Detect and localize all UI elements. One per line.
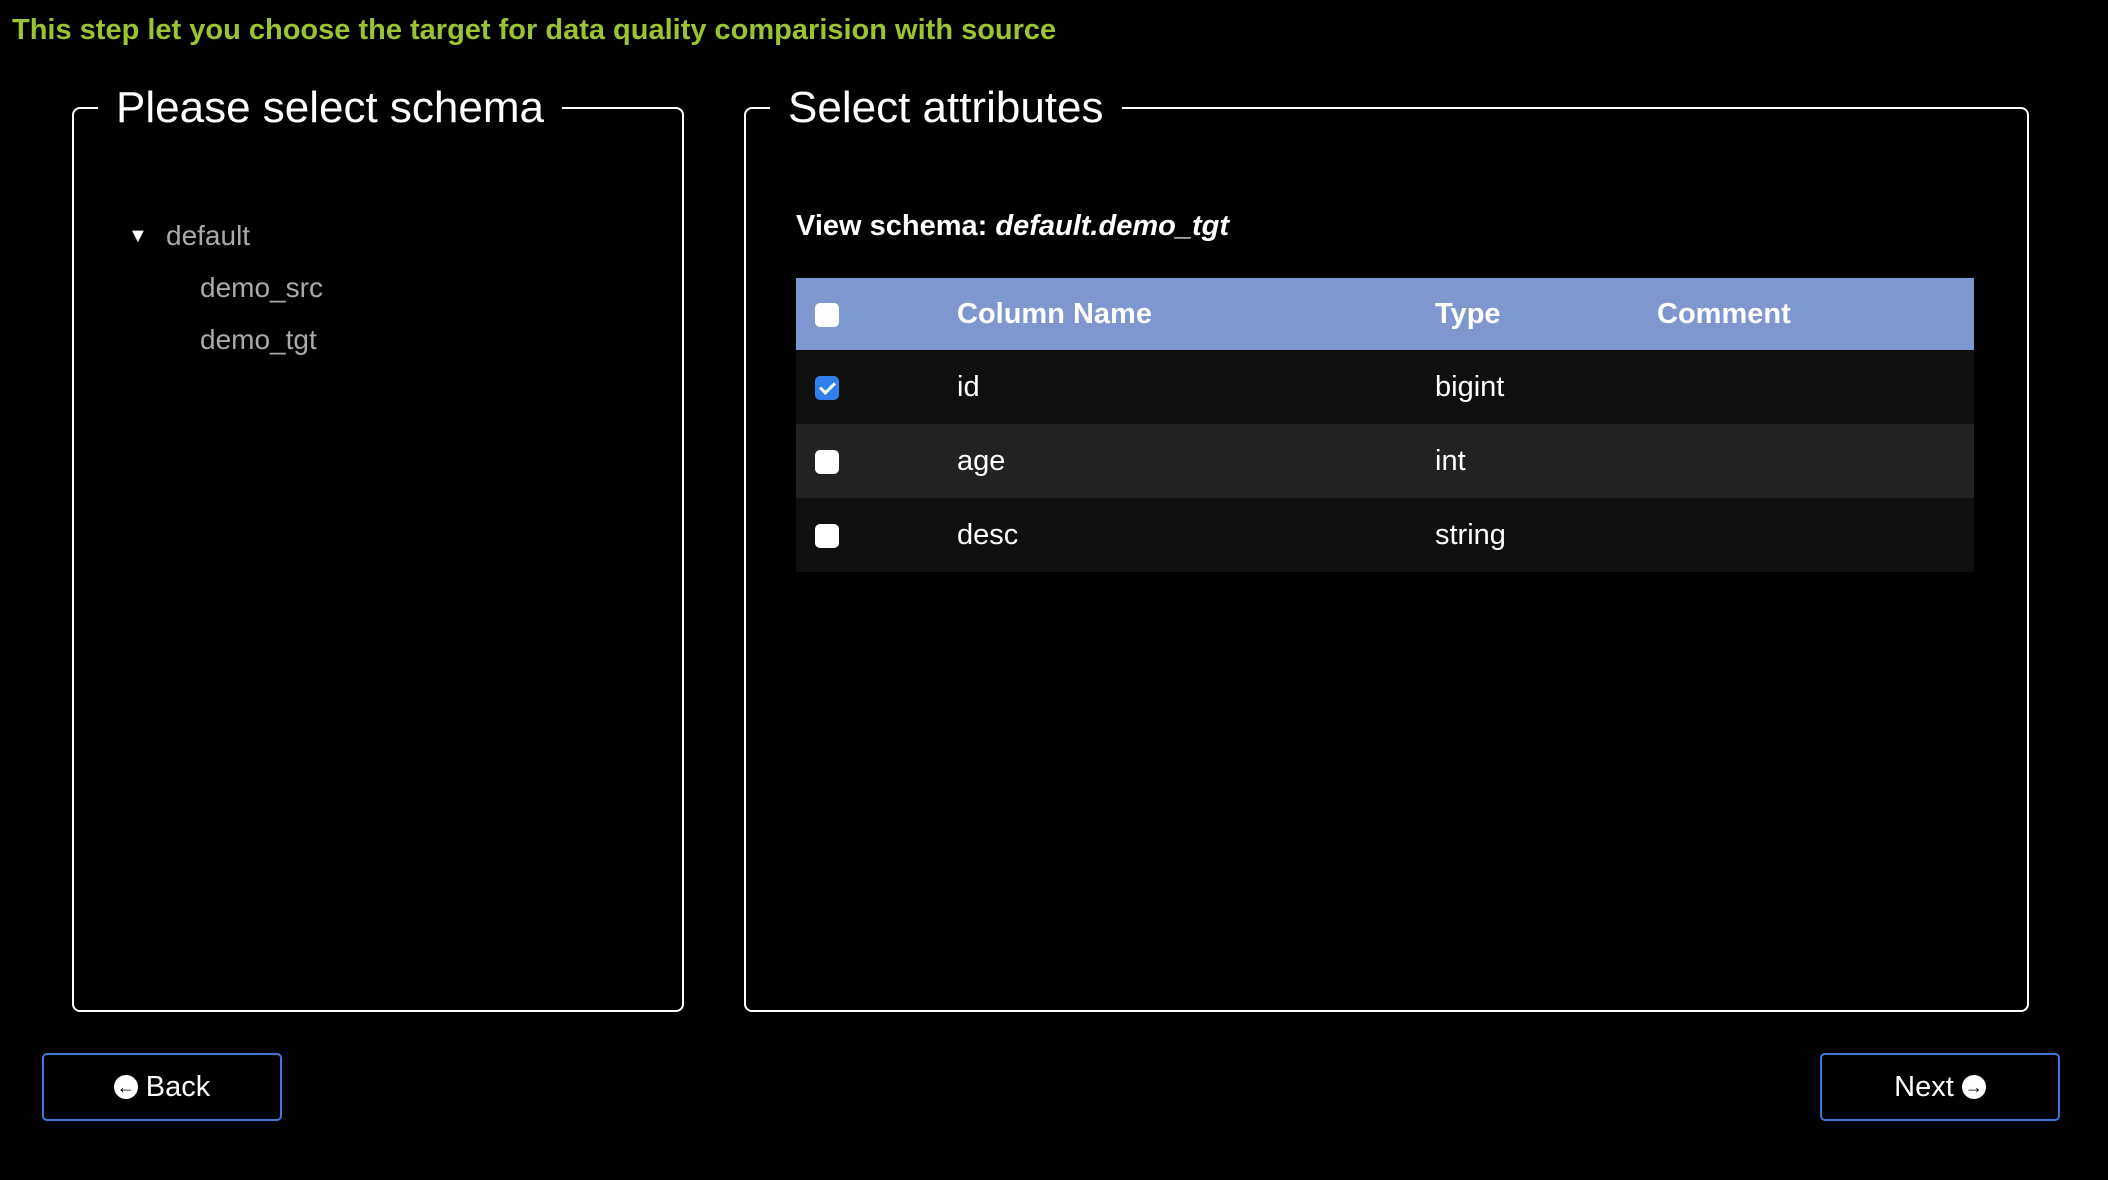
column-header-name[interactable]: Column Name	[957, 278, 1435, 350]
view-schema-label: View schema:	[796, 210, 988, 242]
next-button[interactable]: Next →	[1820, 1053, 2060, 1121]
next-button-label: Next	[1894, 1070, 1954, 1103]
cell-column-name: id	[957, 370, 980, 403]
cell-column-name: desc	[957, 518, 1019, 551]
attributes-panel: Select attributes View schema: default.d…	[744, 86, 2029, 1012]
step-hint: This step let you choose the target for …	[12, 14, 1057, 46]
table-row[interactable]: age int	[796, 424, 1974, 498]
schema-tree: ▼ default demo_src demo_tgt	[128, 210, 323, 366]
schema-panel-title: Please select schema	[116, 83, 544, 132]
arrow-circle-right-icon: →	[1961, 1075, 1986, 1099]
cell-type: int	[1435, 444, 1466, 477]
schema-panel: Please select schema ▼ default demo_src …	[72, 86, 684, 1012]
cell-comment	[1657, 498, 1974, 572]
attributes-table: Column Name Type Comment id bigint age i…	[796, 278, 1974, 572]
cell-comment	[1657, 350, 1974, 424]
column-header-type[interactable]: Type	[1435, 278, 1657, 350]
row-checkbox[interactable]	[815, 523, 839, 548]
tree-node-demo-tgt[interactable]: demo_tgt	[128, 314, 323, 366]
cell-comment	[1657, 424, 1974, 498]
tree-node-default[interactable]: ▼ default	[128, 210, 323, 262]
back-button[interactable]: ← Back	[42, 1053, 282, 1121]
column-header-comment[interactable]: Comment	[1657, 278, 1974, 350]
row-checkbox[interactable]	[815, 375, 839, 400]
row-select-cell	[796, 424, 957, 498]
tree-node-label: demo_src	[200, 272, 323, 303]
tree-node-label: default	[166, 220, 251, 251]
caret-down-icon[interactable]: ▼	[128, 225, 166, 248]
cell-type: string	[1435, 518, 1506, 551]
row-checkbox[interactable]	[815, 449, 839, 474]
row-select-cell	[796, 498, 957, 572]
row-select-cell	[796, 350, 957, 424]
tree-node-label: demo_tgt	[200, 324, 317, 355]
table-row[interactable]: id bigint	[796, 350, 1974, 424]
page: This step let you choose the target for …	[0, 0, 2108, 1180]
select-all-checkbox[interactable]	[815, 302, 839, 327]
cell-column-name: age	[957, 444, 1006, 477]
view-schema-value: default.demo_tgt	[995, 210, 1229, 242]
view-schema-line: View schema: default.demo_tgt	[796, 210, 1229, 243]
table-row[interactable]: desc string	[796, 498, 1974, 572]
back-button-label: Back	[145, 1070, 211, 1103]
table-header-row: Column Name Type Comment	[796, 278, 1974, 350]
attributes-panel-title: Select attributes	[788, 83, 1104, 132]
cell-type: bigint	[1435, 370, 1505, 403]
arrow-circle-left-icon: ←	[113, 1075, 138, 1099]
header-select-cell	[796, 278, 957, 350]
tree-node-demo-src[interactable]: demo_src	[128, 262, 323, 314]
